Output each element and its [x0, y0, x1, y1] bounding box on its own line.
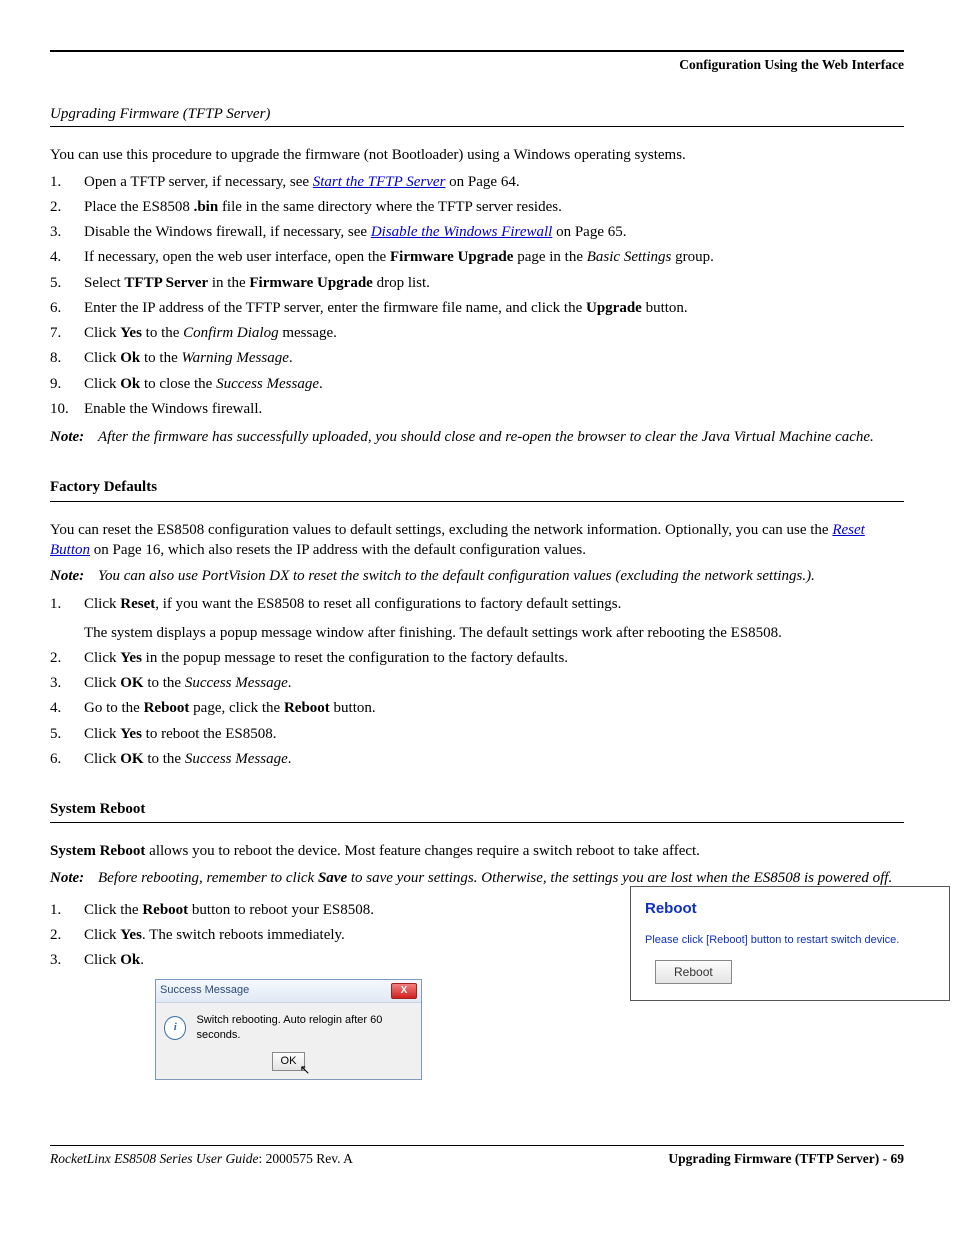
close-icon[interactable]: X	[391, 983, 417, 999]
reboot-panel: Reboot Please click [Reboot] button to r…	[630, 886, 950, 1001]
ok-button[interactable]: OK↖	[272, 1052, 306, 1071]
steps-list-reboot: 1.Click the Reboot button to reboot your…	[50, 900, 550, 971]
link-disable-firewall[interactable]: Disable the Windows Firewall	[371, 224, 553, 240]
reboot-panel-message: Please click [Reboot] button to restart …	[645, 933, 935, 948]
steps-list-upgrade: 1.Open a TFTP server, if necessary, see …	[50, 172, 904, 420]
steps-list-factory-cont: 2.Click Yes in the popup message to rese…	[50, 648, 904, 769]
header-section-label: Configuration Using the Web Interface	[50, 56, 904, 74]
system-reboot-intro: System Reboot allows you to reboot the d…	[50, 841, 904, 861]
heading-system-reboot: System Reboot	[50, 799, 904, 819]
dialog-message: Switch rebooting. Auto relogin after 60 …	[196, 1013, 413, 1043]
cursor-icon: ↖	[300, 1061, 311, 1079]
note-factory-defaults: Note: You can also use PortVision DX to …	[50, 566, 904, 586]
dialog-title-text: Success Message	[160, 983, 249, 998]
section-subtitle: Upgrading Firmware (TFTP Server)	[50, 104, 904, 124]
page-footer: RocketLinx ES8508 Series User Guide: 200…	[50, 1145, 904, 1168]
reboot-panel-title: Reboot	[645, 899, 935, 919]
link-start-tftp[interactable]: Start the TFTP Server	[313, 174, 446, 190]
reboot-button[interactable]: Reboot	[655, 960, 732, 984]
steps-list-factory: 1.Click Reset, if you want the ES8508 to…	[50, 594, 904, 614]
note-system-reboot: Note: Before rebooting, remember to clic…	[50, 868, 904, 888]
note-upgrade: Note: After the firmware has successfull…	[50, 427, 904, 447]
heading-factory-defaults: Factory Defaults	[50, 477, 904, 497]
intro-paragraph: You can use this procedure to upgrade th…	[50, 145, 904, 165]
step1-sub: The system displays a popup message wind…	[84, 623, 904, 643]
success-message-dialog: Success Message X i Switch rebooting. Au…	[155, 979, 422, 1081]
info-icon: i	[164, 1016, 186, 1040]
factory-defaults-intro: You can reset the ES8508 configuration v…	[50, 520, 904, 561]
